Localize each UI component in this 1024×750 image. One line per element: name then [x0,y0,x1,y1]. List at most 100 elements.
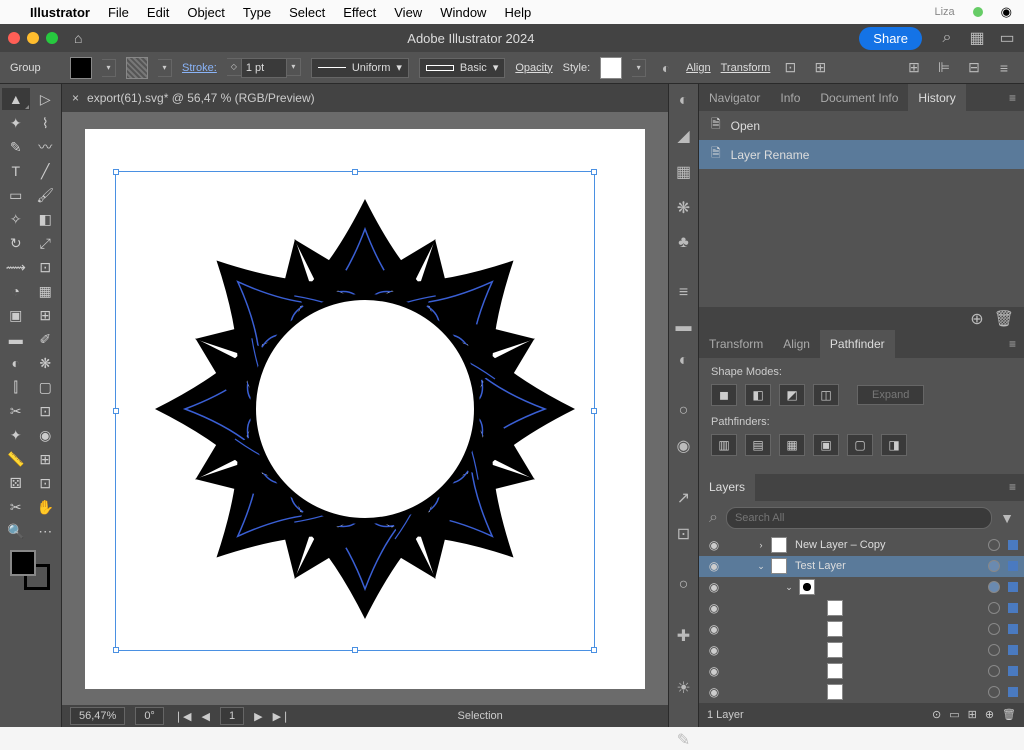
visibility-icon[interactable]: ◉ [705,580,723,594]
color-dock-icon[interactable]: ◢ [677,126,689,146]
layer-row[interactable]: ◉›New Layer – Copy [699,535,1024,556]
target-icon[interactable] [988,560,1000,572]
rectangle-tool[interactable]: ▭ [2,184,30,206]
selection-handle[interactable] [352,169,358,175]
fill-swatch[interactable] [70,57,92,79]
target-icon[interactable] [988,602,1000,614]
layers-new-sublayer-icon[interactable]: ⊞ [968,708,977,721]
visibility-icon[interactable]: ◉ [705,643,723,657]
app-menu[interactable]: Illustrator [30,5,90,20]
selection-handle[interactable] [352,647,358,653]
menu-edit[interactable]: Edit [147,5,169,20]
layer-color-chip[interactable] [1008,666,1018,676]
grid-tool[interactable]: ⊡ [32,472,60,494]
artboard[interactable] [85,129,645,689]
scale-tool[interactable]: ⤢ [32,232,60,254]
swatches-dock-icon[interactable]: ▦ [676,162,691,182]
history-item[interactable]: 🗎Layer Rename [699,140,1024,169]
type-tool[interactable]: T [2,160,30,182]
shaper-tool[interactable]: ✧ [2,208,30,230]
expand-button[interactable]: Expand [857,385,924,405]
add-dock-icon[interactable]: ✚ [677,626,690,646]
isolate-icon[interactable]: ⊡ [780,58,800,78]
eraser-tool[interactable]: ◧ [32,208,60,230]
appearance-dock-icon[interactable]: ○ [679,402,689,420]
libraries-dock-icon[interactable]: ○ [679,576,689,594]
canvas[interactable] [62,112,668,705]
crop-button[interactable]: ▣ [813,434,839,456]
stroke-stepper[interactable]: ◇ [227,58,241,76]
delete-history-icon[interactable]: 🗑 [994,309,1014,329]
stroke-dropdown[interactable]: ▾ [158,59,172,77]
slice-tool[interactable]: ✂ [2,400,30,422]
exclude-button[interactable]: ◫ [813,384,839,406]
minimize-window-button[interactable] [27,32,39,44]
hand-tool[interactable]: ✋ [32,496,60,518]
layer-name[interactable]: New Layer – Copy [791,539,984,551]
history-item[interactable]: 🗎Open [699,111,1024,140]
stroke-dock-icon[interactable]: ≡ [679,284,688,302]
rotate-field[interactable]: 0° [135,707,164,725]
properties-dock-icon[interactable]: ◐ [679,92,689,110]
edit-toolbar[interactable]: ⋯ [32,520,60,542]
pen-dock-icon[interactable]: ✎ [677,730,690,750]
stroke-weight-dropdown[interactable]: ▾ [287,58,301,76]
selection-handle[interactable] [113,169,119,175]
close-window-button[interactable] [8,32,20,44]
layer-row[interactable]: ◉ [699,661,1024,682]
workspace-icon[interactable]: ▭ [998,29,1016,47]
menu-select[interactable]: Select [289,5,325,20]
visibility-icon[interactable]: ◉ [705,664,723,678]
tab-info[interactable]: Info [770,84,810,111]
menu-file[interactable]: File [108,5,129,20]
layer-row[interactable]: ◉ [699,682,1024,703]
fill-stroke-control[interactable] [10,550,50,590]
rotate-tool[interactable]: ↻ [2,232,30,254]
layer-row[interactable]: ◉ [699,598,1024,619]
live-paint-tool[interactable]: ▦ [32,280,60,302]
merge-button[interactable]: ▦ [779,434,805,456]
target-icon[interactable] [988,665,1000,677]
minus-back-button[interactable]: ◨ [881,434,907,456]
selection-handle[interactable] [591,169,597,175]
artboard-nav-last-icon[interactable]: ▶❘ [273,710,291,723]
direct-selection-tool[interactable]: ▷ [32,88,60,110]
selection-bounds[interactable] [115,171,595,651]
target-icon[interactable] [988,539,1000,551]
selection-handle[interactable] [113,647,119,653]
edit-contents-icon[interactable]: ⊞ [810,58,830,78]
menu-view[interactable]: View [394,5,422,20]
disclosure-icon[interactable]: ⌄ [755,561,767,572]
gradient-tool[interactable]: ▬ [2,328,30,350]
eyedropper-tool[interactable]: ✐ [32,328,60,350]
free-transform-tool[interactable]: ⊡ [32,256,60,278]
selection-handle[interactable] [113,408,119,414]
target-icon[interactable] [988,581,1000,593]
intersect-button[interactable]: ◩ [779,384,805,406]
search-icon[interactable]: ⌕ [938,29,956,47]
tab-align[interactable]: Align [773,330,820,357]
asset-dock-icon[interactable]: ⊡ [677,524,690,544]
transparency-dock-icon[interactable]: ◐ [679,352,689,370]
selection-handle[interactable] [591,647,597,653]
panel-menu-icon[interactable]: ≡ [1001,480,1024,494]
artboard-number[interactable]: 1 [220,707,244,725]
tab-layers[interactable]: Layers [699,474,755,501]
perspective-tool[interactable]: ▣ [2,304,30,326]
zoom-tool[interactable]: 🔍 [2,520,30,542]
visibility-icon[interactable]: ◉ [705,622,723,636]
layers-delete-icon[interactable]: 🗑 [1002,708,1016,721]
artboard-nav-prev-icon[interactable]: ◀ [202,710,210,723]
layer-color-chip[interactable] [1008,645,1018,655]
layer-row[interactable]: ◉ [699,640,1024,661]
layer-name[interactable]: Test Layer [791,560,984,572]
dice-tool[interactable]: ⚄ [2,472,30,494]
variable-width-profile[interactable]: Uniform▾ [311,58,409,78]
layers-locate-icon[interactable]: ⊙ [932,708,941,721]
filter-icon[interactable]: ▼ [1000,510,1014,526]
tab-history[interactable]: History [908,84,965,111]
brushes-dock-icon[interactable]: ❋ [677,198,690,218]
symbols-dock-icon[interactable]: ♣ [678,234,689,252]
menu-help[interactable]: Help [504,5,531,20]
magic-wand-tool[interactable]: ✦ [2,112,30,134]
